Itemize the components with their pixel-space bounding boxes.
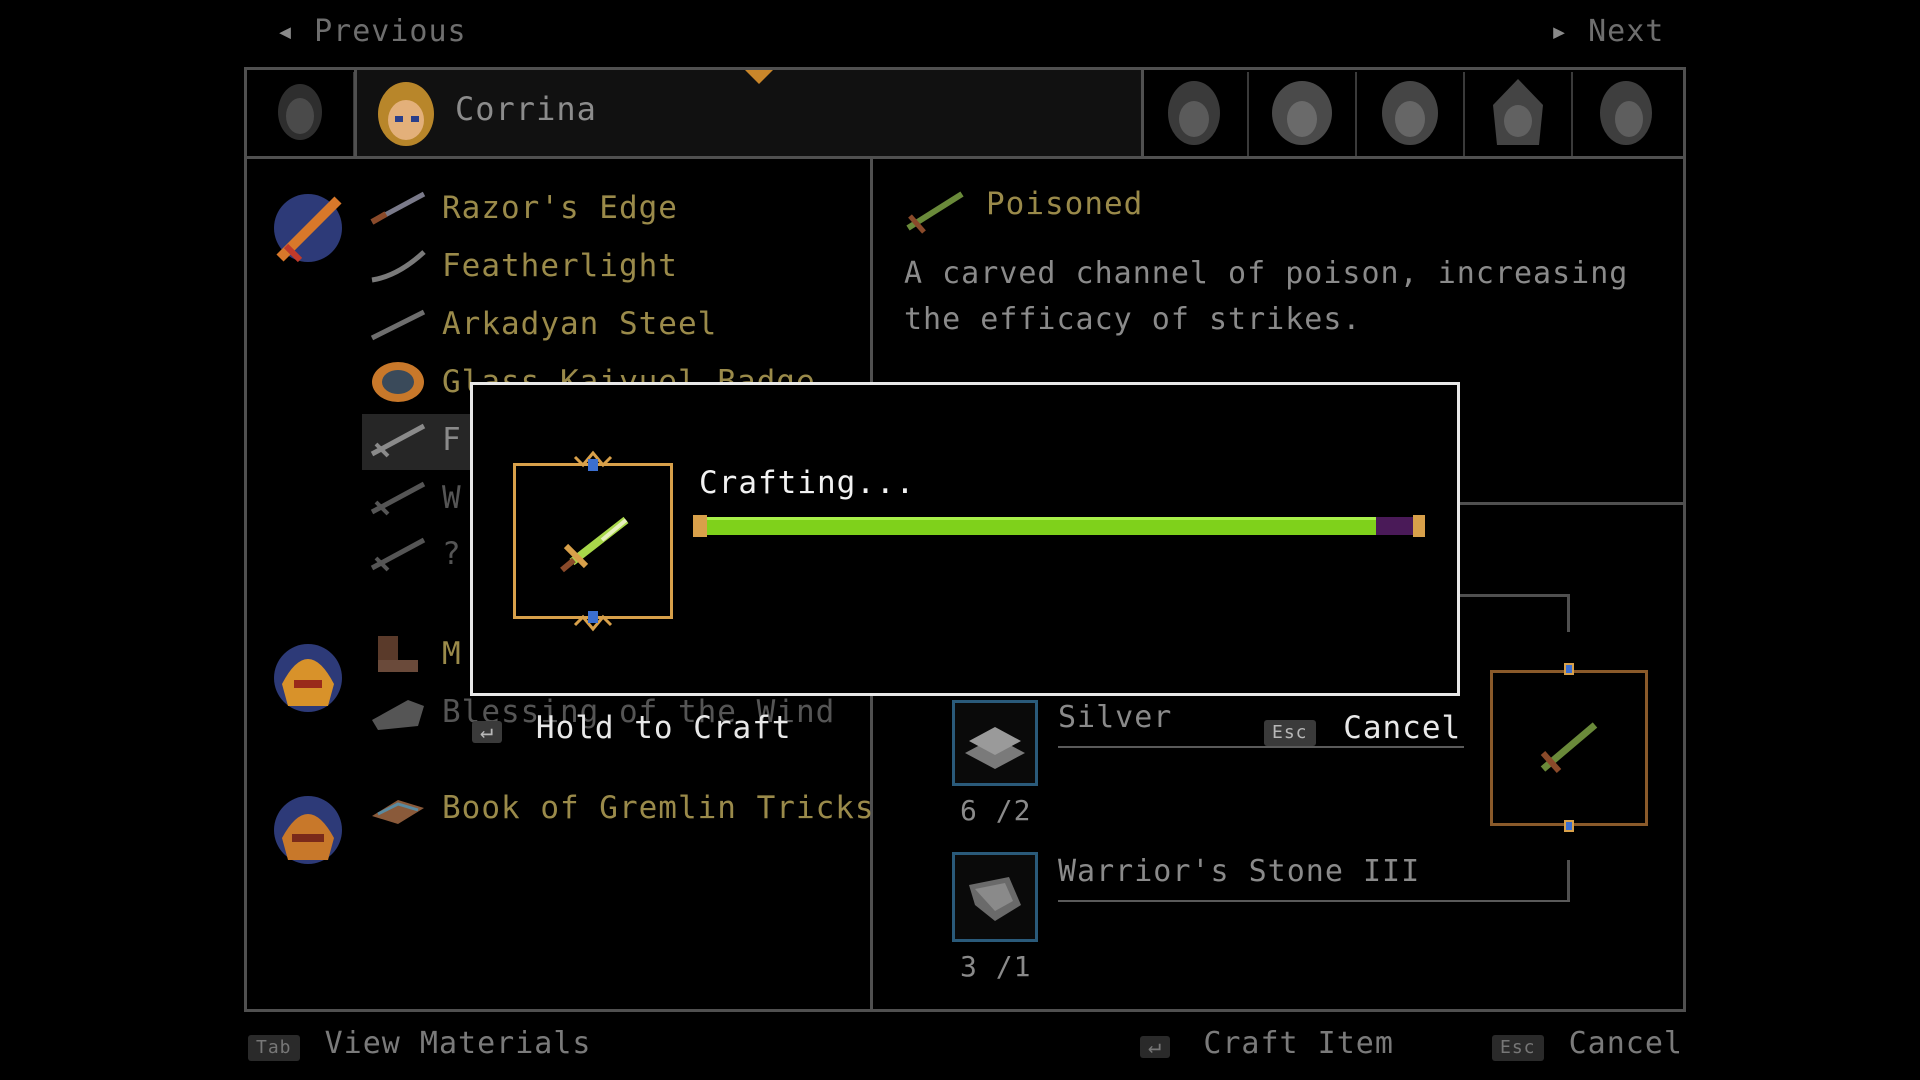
material-name: Warrior's Stone III xyxy=(1058,854,1421,889)
recipe-label: Arkadyan Steel xyxy=(442,306,718,342)
recipe-item[interactable]: Razor's Edge xyxy=(368,188,678,228)
sword-icon xyxy=(370,481,426,516)
material-slot[interactable] xyxy=(952,700,1038,786)
party-portrait-1[interactable] xyxy=(1141,72,1249,156)
recipe-item[interactable]: Book of Gremlin Tricks xyxy=(368,788,875,828)
party-bar-divider xyxy=(247,156,1683,159)
progress-fill xyxy=(699,517,1376,535)
badge-icon xyxy=(372,362,424,402)
connector-line xyxy=(1567,594,1570,632)
ornament-top-icon xyxy=(573,450,613,471)
recipe-item[interactable]: Featherlight xyxy=(368,246,678,286)
material-underline xyxy=(1058,900,1570,902)
ornament-bottom-icon xyxy=(573,611,613,632)
next-button[interactable]: ▸ Next xyxy=(1550,14,1664,49)
recipe-label: W xyxy=(442,480,462,516)
boots-icon xyxy=(378,636,418,672)
sword-icon xyxy=(370,423,426,458)
recipe-label: Book of Gremlin Tricks xyxy=(442,790,875,826)
enter-key-icon: ↵ xyxy=(1140,1036,1171,1058)
craft-item-button[interactable]: ↵ Craft Item xyxy=(1140,1026,1394,1061)
recipe-item-selected[interactable]: F xyxy=(368,420,462,460)
party-portrait-4[interactable] xyxy=(1465,72,1573,156)
craft-item-label: Craft Item xyxy=(1203,1026,1394,1061)
detail-description-line1: A carved channel of poison, increasing xyxy=(904,256,1629,291)
dialog-cancel-button[interactable]: Esc Cancel xyxy=(1264,710,1461,746)
detail-description-line2: the efficacy of strikes. xyxy=(904,302,1362,337)
crafting-progress-bar xyxy=(693,515,1425,537)
party-portrait-2[interactable] xyxy=(1249,72,1357,156)
hold-to-craft-label: Hold to Craft xyxy=(535,710,792,746)
recipe-label: ? xyxy=(442,536,462,572)
warrior-stone-icon xyxy=(969,877,1021,921)
esc-key-icon: Esc xyxy=(1264,720,1316,746)
book-icon xyxy=(372,800,424,824)
gem-ornament-icon xyxy=(1564,663,1574,675)
material-name: Silver xyxy=(1058,700,1173,735)
character-portrait-icon xyxy=(1600,81,1652,145)
material-count: 3 /1 xyxy=(960,950,1032,983)
character-portrait-icon xyxy=(1272,81,1332,145)
recipe-label: Razor's Edge xyxy=(442,190,678,226)
recipe-item[interactable]: Arkadyan Steel xyxy=(368,304,717,344)
weapon-category-icon xyxy=(274,194,342,263)
accessory-category-icon xyxy=(274,796,342,864)
left-arrow-icon: ◂ xyxy=(276,14,296,49)
crafting-item-slot xyxy=(513,463,673,619)
view-materials-button[interactable]: Tab View Materials xyxy=(248,1026,591,1061)
recipe-item[interactable]: ? xyxy=(368,534,462,574)
hold-to-craft-prompt[interactable]: ↵ Hold to Craft xyxy=(472,710,792,746)
sword-icon xyxy=(371,250,426,283)
progress-cap-left xyxy=(693,515,707,537)
recipe-label: F xyxy=(442,422,462,458)
right-arrow-icon: ▸ xyxy=(1550,14,1570,49)
progress-cap-right xyxy=(1413,515,1425,537)
previous-label: Previous xyxy=(314,14,467,49)
corrina-portrait-icon xyxy=(378,82,434,146)
gauntlet-icon xyxy=(372,700,424,730)
poisoned-sword-icon xyxy=(906,191,964,234)
crafting-sword-icon xyxy=(560,516,629,573)
material-count: 6 /2 xyxy=(960,794,1032,827)
next-label: Next xyxy=(1588,14,1665,49)
party-portrait-3[interactable] xyxy=(1357,72,1465,156)
crafting-dialog: Crafting... xyxy=(470,382,1460,696)
tab-key-icon: Tab xyxy=(248,1035,300,1061)
connector-line xyxy=(1567,860,1570,902)
material-underline xyxy=(1058,746,1464,748)
sword-icon xyxy=(370,537,426,572)
recipe-label: Featherlight xyxy=(442,248,678,284)
recipe-item[interactable]: W xyxy=(368,478,462,518)
character-portrait-icon xyxy=(278,84,322,140)
poisoned-sword-icon xyxy=(1540,722,1598,773)
character-portrait-icon xyxy=(1382,81,1438,145)
previous-button[interactable]: ◂ Previous xyxy=(276,14,467,49)
cancel-label: Cancel xyxy=(1568,1026,1683,1061)
character-portrait-icon xyxy=(1493,79,1543,145)
selected-marker-icon xyxy=(745,70,773,84)
recipe-item[interactable]: M xyxy=(368,634,462,674)
party-portrait-left[interactable] xyxy=(247,72,355,156)
enter-key-icon: ↵ xyxy=(472,721,503,743)
view-materials-label: View Materials xyxy=(324,1026,592,1061)
cancel-button[interactable]: Esc Cancel xyxy=(1492,1026,1683,1061)
character-name: Corrina xyxy=(455,90,597,128)
party-portrait-5[interactable] xyxy=(1573,72,1679,156)
result-item-slot xyxy=(1490,670,1648,826)
sword-icon xyxy=(370,191,426,225)
recipe-label: M xyxy=(442,636,462,672)
armor-category-icon xyxy=(274,644,342,712)
dialog-cancel-label: Cancel xyxy=(1343,710,1462,746)
sword-icon xyxy=(370,309,426,341)
esc-key-icon: Esc xyxy=(1492,1035,1544,1061)
character-portrait-icon xyxy=(1168,81,1220,145)
crafting-title: Crafting... xyxy=(699,465,916,501)
material-slot[interactable] xyxy=(952,852,1038,942)
silver-ingot-icon xyxy=(965,727,1025,769)
gem-ornament-icon xyxy=(1564,820,1574,832)
detail-title: Poisoned xyxy=(986,186,1144,222)
selected-character-tab[interactable]: Corrina xyxy=(354,70,1144,156)
